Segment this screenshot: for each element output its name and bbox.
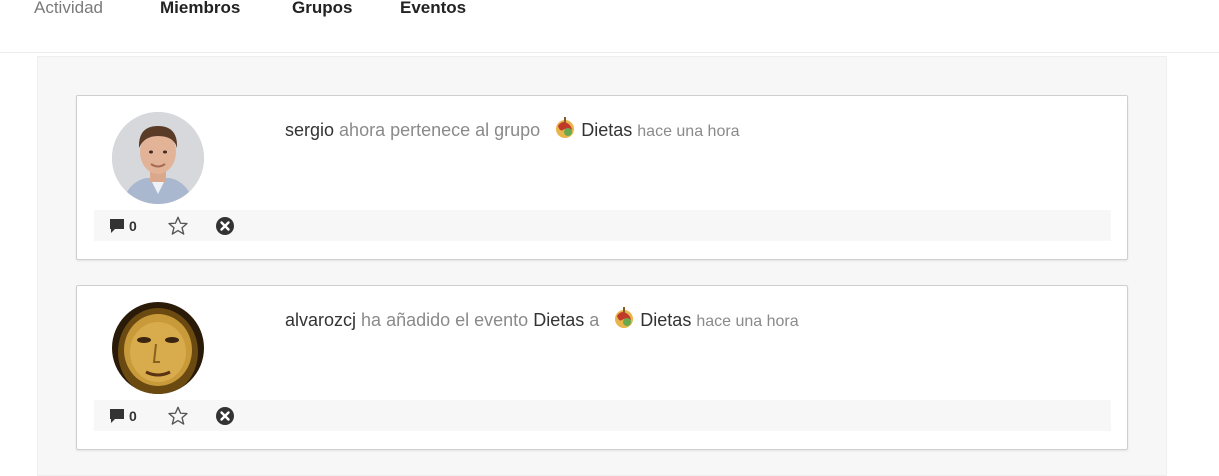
comment-count: 0 — [129, 408, 137, 424]
activity-actions: 0 — [94, 210, 1111, 241]
man-in-suit-photo — [112, 112, 204, 204]
tab-grupos[interactable]: Grupos — [292, 0, 352, 19]
avatar[interactable] — [112, 112, 204, 204]
activity-actions: 0 — [94, 400, 1111, 431]
tab-miembros[interactable]: Miembros — [160, 0, 240, 19]
comment-count: 0 — [129, 218, 137, 234]
user-link[interactable]: sergio — [285, 120, 334, 140]
tab-eventos[interactable]: Eventos — [400, 0, 466, 19]
activity-entry: sergio ahora pertenece al grupo Dietas h… — [285, 116, 740, 144]
activity-card: sergio ahora pertenece al grupo Dietas h… — [76, 95, 1128, 260]
close-circle-icon — [216, 217, 234, 235]
favorite-button[interactable] — [167, 404, 189, 428]
food-group-icon — [556, 117, 575, 138]
activity-entry: alvarozcj ha añadido el evento Dietas a … — [285, 306, 799, 334]
activity-nav-bar: Actividad Miembros Grupos Eventos — [0, 0, 1219, 53]
activity-card: alvarozcj ha añadido el evento Dietas a … — [76, 285, 1128, 450]
avatar[interactable] — [112, 302, 204, 394]
delete-button[interactable] — [215, 214, 235, 238]
tab-actividad[interactable]: Actividad — [34, 0, 103, 19]
delete-button[interactable] — [215, 404, 235, 428]
star-icon — [168, 406, 188, 425]
comment-icon — [110, 219, 124, 233]
user-link[interactable]: alvarozcj — [285, 310, 356, 330]
timestamp: hace una hora — [696, 313, 799, 330]
close-circle-icon — [216, 407, 234, 425]
action-text: ahora pertenece al grupo — [339, 120, 541, 140]
star-icon — [168, 216, 188, 235]
group-link[interactable]: Dietas — [640, 310, 691, 330]
favorite-button[interactable] — [167, 214, 189, 238]
comment-icon — [110, 409, 124, 423]
group-link[interactable]: Dietas — [581, 120, 632, 140]
comment-button[interactable]: 0 — [109, 404, 137, 428]
mona-lisa-photo — [112, 302, 204, 394]
food-group-icon — [615, 307, 634, 328]
comment-button[interactable]: 0 — [109, 214, 137, 238]
timestamp: hace una hora — [637, 123, 740, 140]
connector-text: a — [589, 310, 600, 330]
action-text: ha añadido el evento — [361, 310, 529, 330]
event-link[interactable]: Dietas — [533, 310, 584, 330]
